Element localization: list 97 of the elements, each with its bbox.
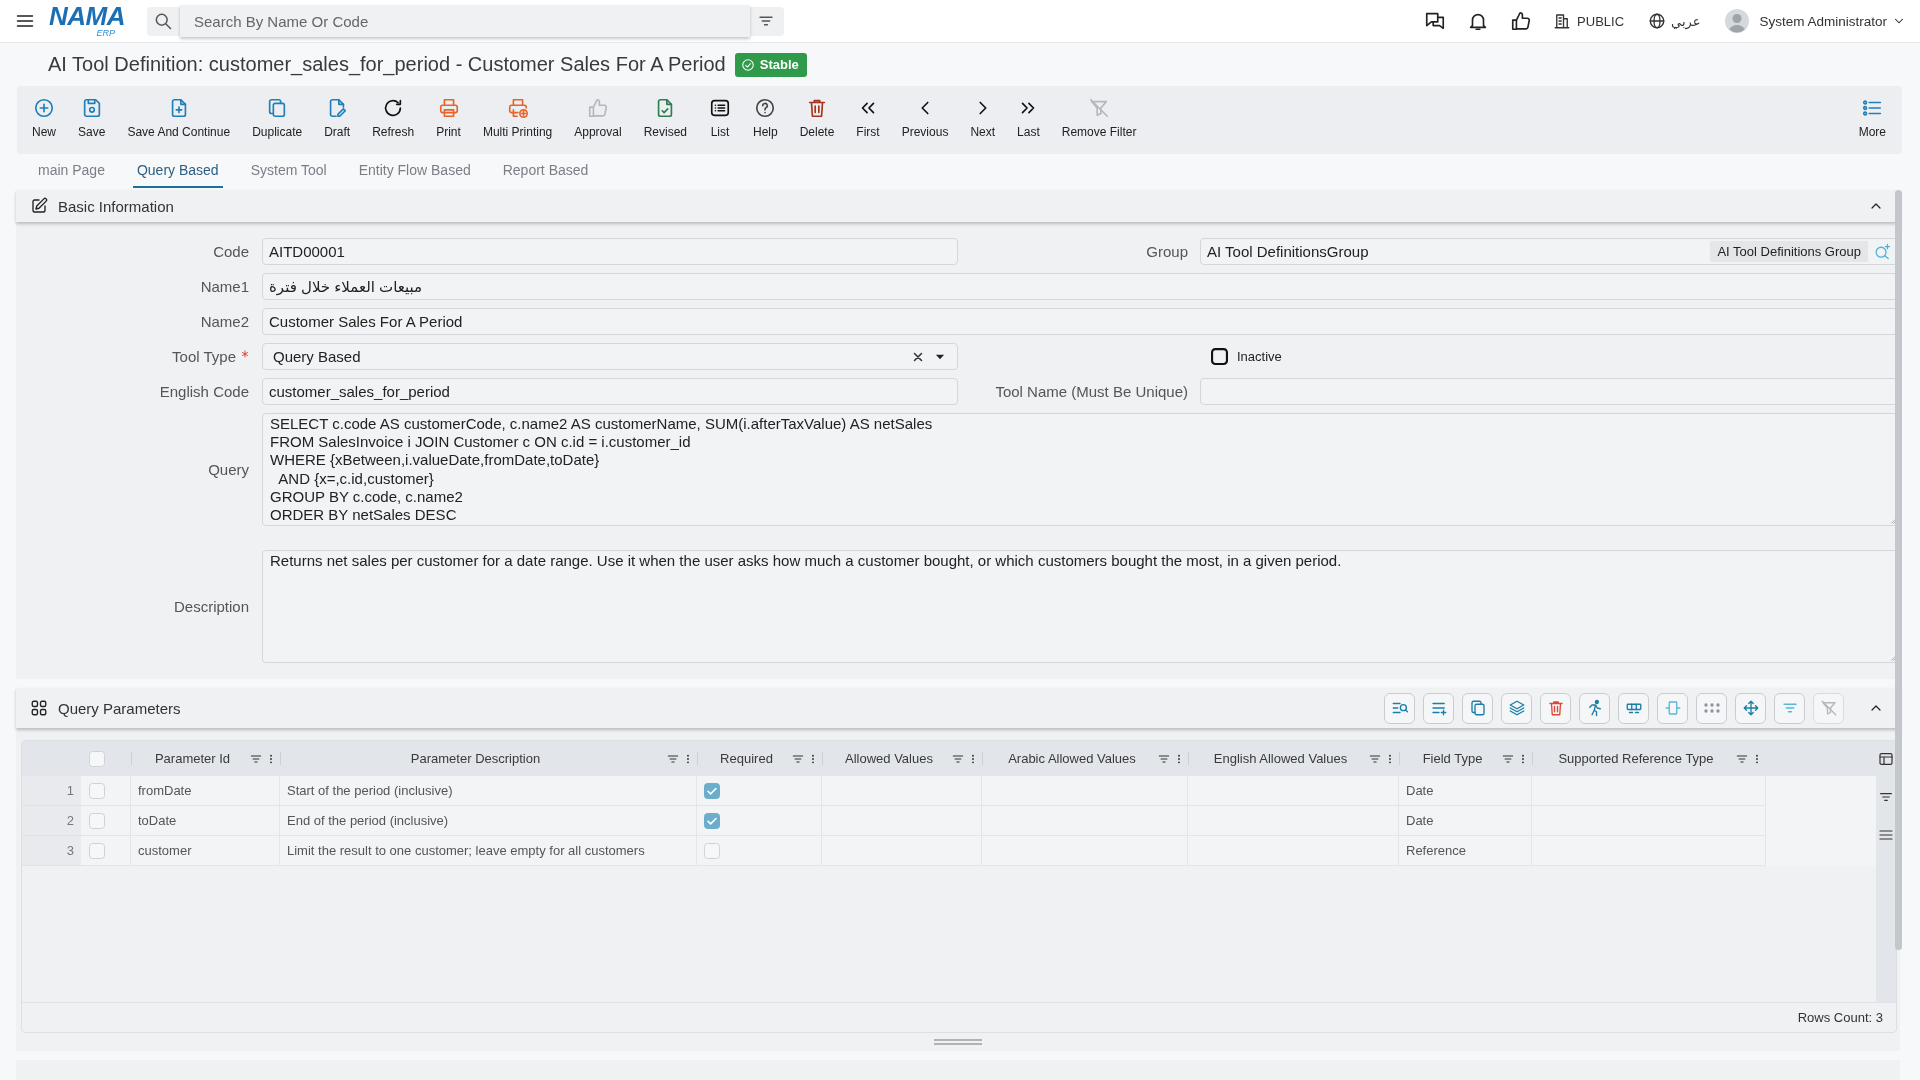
add-row-button[interactable]	[1423, 692, 1454, 724]
table-cell: customer	[131, 836, 280, 866]
refresh-button[interactable]: Refresh	[361, 86, 426, 154]
next-button[interactable]: Next	[959, 86, 1007, 154]
field-label: Query	[208, 461, 249, 478]
dots-button[interactable]	[1696, 692, 1727, 724]
find-button[interactable]	[1384, 692, 1415, 724]
rows-button[interactable]	[1618, 692, 1649, 724]
first-button[interactable]: First	[845, 86, 891, 154]
field-label: Name2	[200, 313, 249, 330]
row-number: 3	[22, 836, 81, 866]
draft-button[interactable]: Draft	[313, 86, 362, 154]
search-icon	[153, 11, 173, 31]
print-button[interactable]: Print	[425, 86, 472, 154]
column-header[interactable]: English Allowed Values	[1188, 741, 1399, 776]
tab[interactable]: Entity Flow Based	[354, 154, 475, 188]
row-number: 1	[22, 776, 81, 806]
revised-button[interactable]: Revised	[632, 86, 698, 154]
input-field[interactable]: AITD00001	[262, 238, 958, 265]
field-label: Name1	[200, 278, 249, 295]
input-field[interactable]: مبيعات العملاء خلال فترة	[262, 273, 1898, 300]
rows-count: Rows Count: 3	[1797, 1010, 1883, 1025]
tab[interactable]: Query Based	[132, 154, 223, 188]
thumbs-up-icon[interactable]	[1510, 10, 1533, 32]
text-area[interactable]: SELECT c.code AS customerCode, c.name2 AS customerName, SUM(i.afterTaxValue) AS netSales FROM SalesInvoice i JOIN Customer c ON c.id = i.customer_id WHERE {xBetween,i.valueDate,fromDate,toDate} AND {x=,c.id,customer} GROUP BY c.code, c.name2 ORDER BY netSales DESC	[262, 413, 1898, 526]
tab[interactable]: System Tool	[246, 154, 331, 188]
delete-row-button[interactable]	[1540, 692, 1571, 724]
select-all-checkbox[interactable]	[89, 750, 105, 767]
last-button[interactable]: Last	[1006, 86, 1051, 154]
multi-print-button[interactable]: Multi Printing	[471, 86, 564, 154]
user-menu[interactable]: System Administrator	[1725, 9, 1906, 33]
checkbox[interactable]	[704, 812, 720, 829]
previous-button[interactable]: Previous	[890, 86, 960, 154]
run-button[interactable]	[1579, 692, 1610, 724]
building-icon	[1553, 12, 1572, 30]
group-tag: AI Tool Definitions Group	[1710, 241, 1868, 262]
row-number: 2	[22, 806, 81, 836]
globe-icon	[1648, 12, 1667, 30]
delete-button[interactable]: Delete	[788, 86, 846, 154]
column-header[interactable]: Allowed Values	[822, 741, 982, 776]
checkbox-label: Inactive	[1237, 349, 1282, 364]
save-and-continue-button[interactable]: Save And Continue	[116, 86, 242, 154]
scope-button[interactable]: PUBLIC	[1553, 12, 1625, 30]
column-header[interactable]: Supported Reference Type	[1532, 741, 1766, 776]
fit-button[interactable]	[1657, 692, 1688, 724]
dropdown-field[interactable]: Query Based	[262, 343, 958, 370]
edit-icon	[30, 197, 48, 215]
input-field[interactable]: customer_sales_for_period	[262, 378, 958, 405]
field-label: Tool Name (Must Be Unique)	[995, 383, 1188, 400]
checkbox[interactable]	[704, 782, 720, 799]
checkbox[interactable]	[1211, 348, 1228, 365]
search-plus-icon[interactable]	[1874, 243, 1891, 260]
search-field[interactable]: Search By Name Or Code	[147, 6, 784, 36]
column-header[interactable]: Required	[697, 741, 822, 776]
copy-button[interactable]	[1462, 692, 1493, 724]
avatar-icon	[1725, 9, 1750, 33]
input-field[interactable]: Customer Sales For A Period	[262, 308, 1898, 335]
column-header[interactable]: Parameter Id	[131, 741, 280, 776]
row-checkbox[interactable]	[89, 842, 105, 859]
field-label: Group	[1146, 243, 1188, 260]
drag-handle-icon[interactable]	[934, 1039, 982, 1045]
scrollbar[interactable]	[1895, 190, 1902, 950]
section-title: Query Parameters	[58, 699, 181, 717]
page-title: AI Tool Definition: customer_sales_for_period - Customer Sales For A Period	[48, 53, 726, 76]
grid-icon	[30, 699, 48, 717]
table-cell: Reference	[1399, 836, 1532, 866]
save-button[interactable]: Save	[67, 86, 117, 154]
list-button[interactable]: List	[698, 86, 742, 154]
new-button[interactable]: New	[21, 86, 67, 154]
duplicate-button[interactable]: Duplicate	[241, 86, 314, 154]
lookup-field[interactable]: AI Tool DefinitionsGroup AI Tool Definitions Group	[1200, 238, 1898, 265]
chat-icon[interactable]	[1424, 10, 1447, 32]
list-icon	[1861, 97, 1884, 119]
field-label: Tool Type	[172, 348, 236, 365]
field-label: English Code	[159, 383, 249, 400]
row-checkbox[interactable]	[89, 812, 105, 829]
field-label: Description	[173, 598, 249, 615]
check-circle-icon	[740, 57, 755, 72]
tab[interactable]: main Page	[34, 154, 109, 188]
status-text: Stable	[759, 57, 799, 72]
column-header[interactable]: Arabic Allowed Values	[982, 741, 1188, 776]
table-icon[interactable]	[1878, 751, 1894, 767]
language-button[interactable]: عربي	[1648, 12, 1701, 30]
column-header[interactable]: Field Type	[1399, 741, 1532, 776]
move-button[interactable]	[1735, 692, 1766, 724]
row-checkbox[interactable]	[89, 782, 105, 799]
field-label: Code	[213, 243, 249, 260]
help-button[interactable]: Help	[742, 86, 789, 154]
input-field[interactable]	[1200, 378, 1898, 405]
tab[interactable]: Report Based	[498, 154, 593, 188]
section-title: Basic Information	[58, 197, 174, 215]
table-cell: Limit the result to one customer; leave empty for all customers	[280, 836, 697, 866]
column-header[interactable]: Parameter Description	[280, 741, 697, 776]
text-area[interactable]: Returns net sales per customer for a date range. Use it when the user asks how much a customer bought, or which customers bought the most, in a given period.	[262, 550, 1898, 663]
layers-button[interactable]	[1501, 692, 1532, 724]
more-button[interactable]: More	[1847, 86, 1902, 154]
logo: NAMA ERP	[49, 4, 126, 38]
